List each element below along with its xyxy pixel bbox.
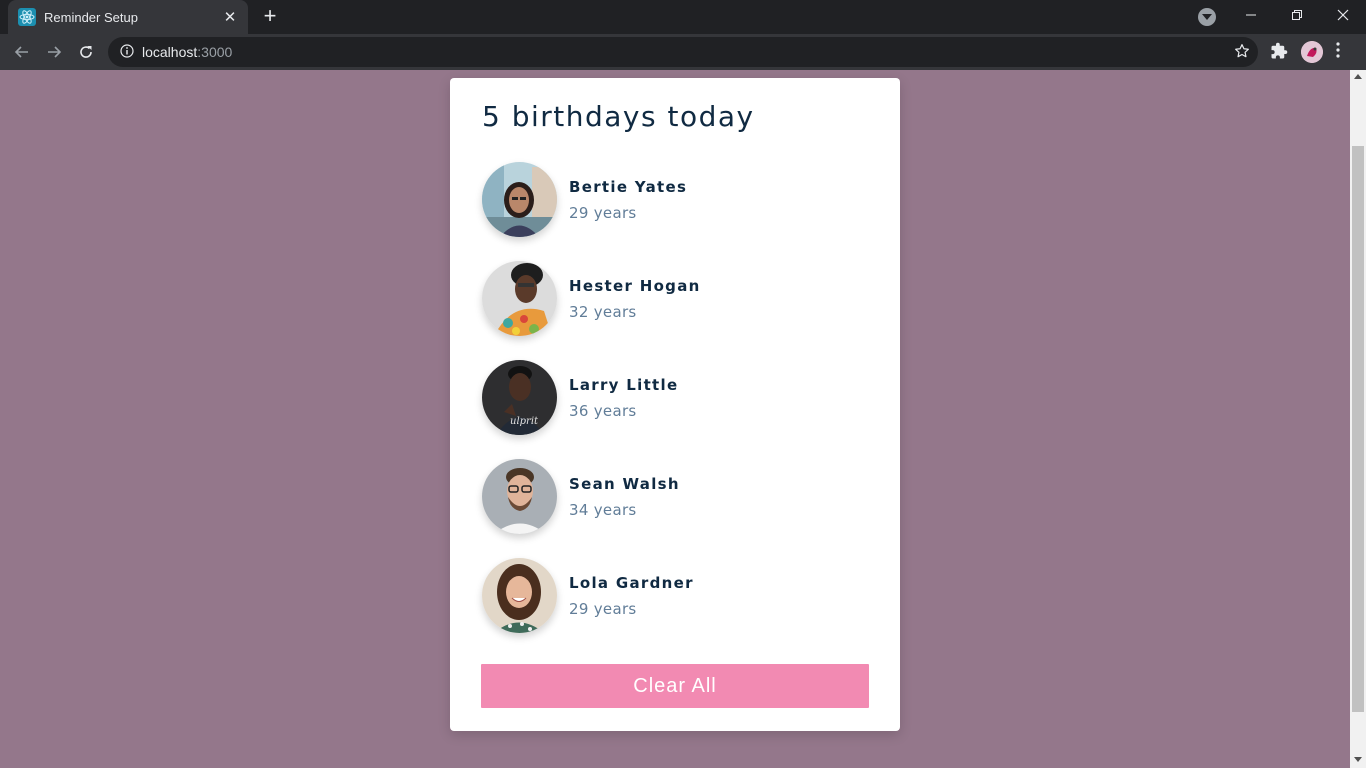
svg-text:ulprit: ulprit xyxy=(510,416,539,427)
info-icon[interactable] xyxy=(120,43,134,62)
tab-search-icon[interactable] xyxy=(1198,8,1216,26)
person-item: Bertie Yates 29 years xyxy=(482,162,868,237)
url-host: localhost xyxy=(142,44,198,60)
avatar xyxy=(482,459,557,534)
avatar xyxy=(482,558,557,633)
react-favicon-icon xyxy=(18,8,36,26)
avatar xyxy=(482,261,557,336)
person-item: Lola Gardner 29 years xyxy=(482,558,868,633)
browser-toolbar: localhost:3000 xyxy=(0,34,1366,70)
back-icon[interactable] xyxy=(10,40,34,64)
clear-all-button[interactable]: Clear All xyxy=(481,664,869,708)
url-text: localhost:3000 xyxy=(142,44,232,60)
tab-title: Reminder Setup xyxy=(44,9,138,25)
birthday-card: 5 birthdays today Bertie Yates 29 years … xyxy=(450,78,900,731)
forward-icon[interactable] xyxy=(42,40,66,64)
address-bar[interactable]: localhost:3000 xyxy=(108,37,1258,67)
person-item: ulprit Larry Little 36 years xyxy=(482,360,868,435)
person-name: Larry Little xyxy=(569,375,679,394)
person-info: Larry Little 36 years xyxy=(569,376,678,420)
minimize-icon[interactable] xyxy=(1228,0,1274,30)
page-title: 5 birthdays today xyxy=(482,100,755,133)
browser-tab[interactable]: Reminder Setup ✕ xyxy=(8,0,248,34)
restore-icon[interactable] xyxy=(1274,0,1320,30)
bookmark-star-icon[interactable] xyxy=(1234,43,1250,63)
profile-avatar-icon[interactable] xyxy=(1301,41,1323,63)
page-scrollbar[interactable] xyxy=(1350,70,1366,768)
avatar: ulprit xyxy=(482,360,557,435)
person-age: 34 years xyxy=(569,500,637,519)
person-item: Hester Hogan 32 years xyxy=(482,261,868,336)
extensions-puzzle-icon[interactable] xyxy=(1270,42,1288,64)
person-info: Hester Hogan 32 years xyxy=(569,277,701,321)
browser-menu-icon[interactable] xyxy=(1336,42,1340,62)
person-age: 29 years xyxy=(569,599,637,618)
browser-tab-strip: Reminder Setup ✕ + xyxy=(0,0,1366,34)
avatar xyxy=(482,162,557,237)
person-info: Bertie Yates 29 years xyxy=(569,178,687,222)
person-age: 29 years xyxy=(569,203,637,222)
scroll-down-arrow-icon[interactable] xyxy=(1354,757,1362,762)
new-tab-icon[interactable]: + xyxy=(258,5,282,28)
person-name: Bertie Yates xyxy=(569,177,688,196)
person-age: 32 years xyxy=(569,302,637,321)
reload-icon[interactable] xyxy=(74,40,98,64)
close-window-icon[interactable] xyxy=(1320,0,1366,30)
page-viewport: 5 birthdays today Bertie Yates 29 years … xyxy=(0,70,1350,768)
person-name: Sean Walsh xyxy=(569,474,680,493)
tab-close-icon[interactable]: ✕ xyxy=(222,9,238,25)
scroll-up-arrow-icon[interactable] xyxy=(1354,74,1362,79)
person-name: Hester Hogan xyxy=(569,276,701,295)
person-item: Sean Walsh 34 years xyxy=(482,459,868,534)
person-age: 36 years xyxy=(569,401,637,420)
scroll-thumb[interactable] xyxy=(1352,146,1364,712)
url-port: :3000 xyxy=(197,44,233,60)
person-info: Lola Gardner 29 years xyxy=(569,574,694,618)
person-info: Sean Walsh 34 years xyxy=(569,475,680,519)
person-name: Lola Gardner xyxy=(569,573,694,592)
people-list: Bertie Yates 29 years Hester Hogan 32 ye… xyxy=(482,162,868,657)
